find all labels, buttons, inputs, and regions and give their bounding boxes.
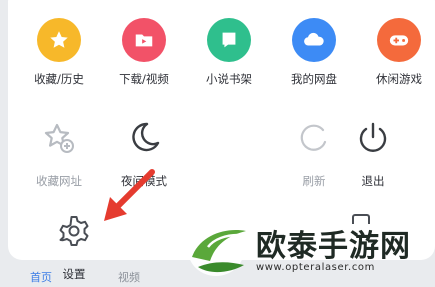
tab-home[interactable]: 首页 [30, 269, 52, 285]
casual-games-label: 休闲游戏 [376, 72, 422, 86]
casual-games-item[interactable]: 休闲游戏 [357, 18, 435, 87]
watermark-title: 欧泰手游网 [256, 229, 411, 264]
refresh-icon [300, 124, 327, 151]
cloud-drive-item[interactable]: 我的网盘 [272, 18, 356, 87]
annotation-arrow [104, 169, 155, 221]
cloud-icon [292, 18, 336, 62]
exit-label: 退出 [361, 174, 385, 188]
gamepad-icon [377, 18, 421, 62]
book-icon [207, 18, 251, 62]
exit-item[interactable]: 退出 [331, 116, 415, 189]
watermark-url: www.opteralaser.com [256, 262, 375, 273]
cloud-drive-label: 我的网盘 [291, 72, 337, 86]
watermark-logo [188, 224, 246, 276]
power-icon [359, 122, 387, 152]
watermark: 欧泰手游网 www.opteralaser.com [186, 217, 431, 283]
tab-video[interactable]: 视频 [118, 269, 140, 285]
